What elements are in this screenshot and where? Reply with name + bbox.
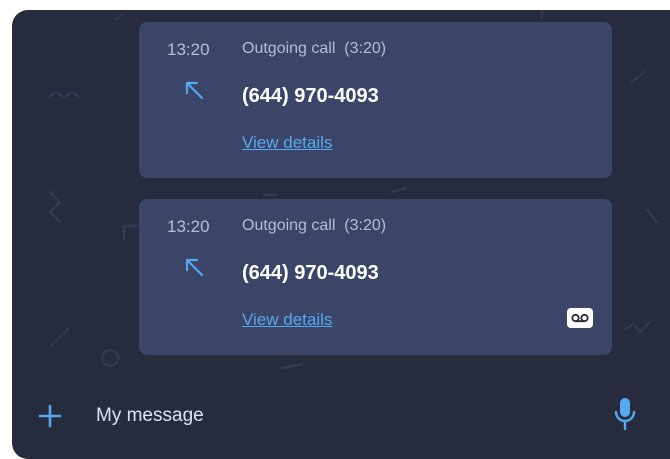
phone-number: (644) 970-4093: [242, 85, 379, 107]
message-input[interactable]: [96, 400, 596, 432]
call-duration: (3:20): [344, 217, 387, 234]
view-details-link[interactable]: View details: [242, 133, 332, 153]
call-card: 13:20 Outgoing call (3:20) (644) 970-409…: [139, 22, 612, 178]
plus-icon[interactable]: [38, 404, 62, 428]
call-type: Outgoing call (3:20): [242, 40, 386, 58]
call-type: Outgoing call (3:20): [242, 217, 386, 235]
call-time: 13:20: [167, 40, 210, 59]
phone-number: (644) 970-4093: [242, 262, 379, 284]
call-time: 13:20: [167, 217, 210, 236]
voicemail-icon[interactable]: [567, 308, 593, 328]
outgoing-arrow-icon: [185, 258, 204, 277]
call-type-label: Outgoing call: [242, 40, 336, 57]
call-duration: (3:20): [344, 40, 387, 57]
call-type-label: Outgoing call: [242, 217, 336, 234]
message-composer: [12, 382, 670, 450]
microphone-icon[interactable]: [614, 396, 636, 432]
view-details-link[interactable]: View details: [242, 310, 332, 330]
outgoing-arrow-icon: [185, 81, 204, 100]
call-card: 13:20 Outgoing call (3:20) (644) 970-409…: [139, 199, 612, 355]
chat-panel: 13:20 Outgoing call (3:20) (644) 970-409…: [12, 10, 670, 459]
